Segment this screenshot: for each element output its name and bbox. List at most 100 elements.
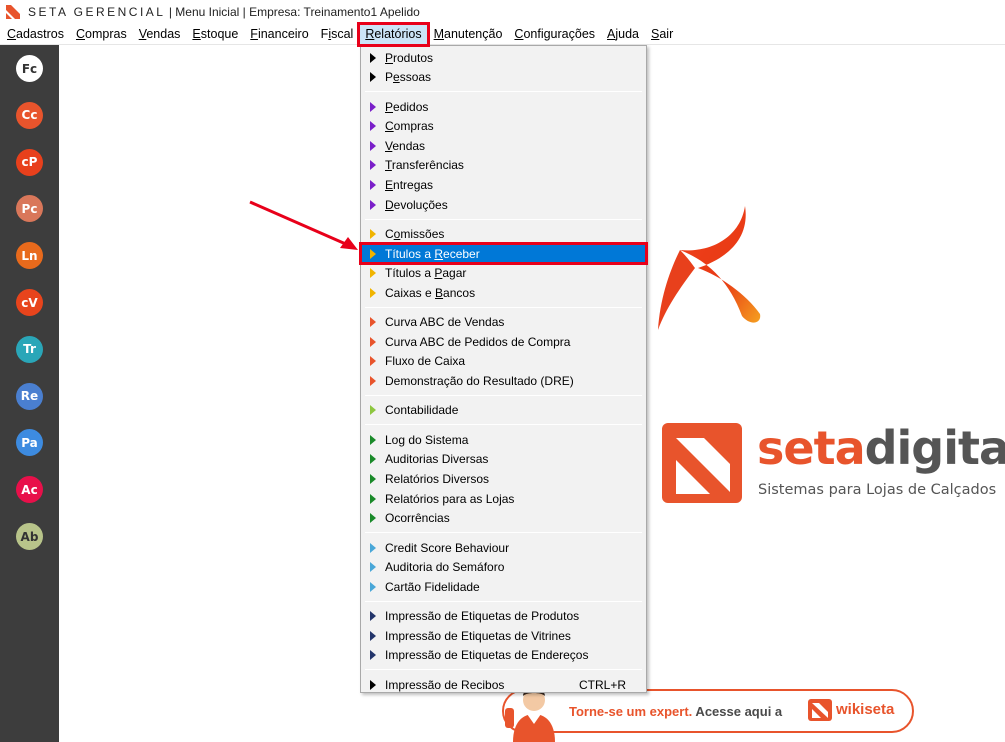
menu-manutencao-label-post: anutenção: [444, 26, 503, 41]
menu-item-curva-abc-de-pedidos-de-compra[interactable]: Curva ABC de Pedidos de Compra: [361, 332, 646, 351]
menu-item-log-do-sistema[interactable]: Log do Sistema: [361, 430, 646, 449]
menu-item-demonstracao-do-resultado-dre-label: Demonstração do Resultado (DRE): [385, 374, 574, 388]
menu-item-contabilidade[interactable]: Contabilidade: [361, 401, 646, 420]
submenu-arrow-icon: [370, 356, 376, 367]
shortcut-sidebar: Fc Cc cP Pc Ln cV Tr Re Pa Ac Ab: [0, 45, 59, 742]
menu-item-devolucoes-label-post: evoluções: [393, 197, 448, 212]
wikiseta-banner-text: Torne-se um expert. Acesse aqui a: [569, 704, 782, 719]
menu-item-caixas-e-bancos[interactable]: Caixas e Bancos: [361, 283, 646, 302]
menu-relatorios-label-accel: R: [365, 26, 375, 41]
menu-item-compras[interactable]: Compras: [361, 117, 646, 136]
menu-item-comissoes[interactable]: Comissões: [361, 224, 646, 243]
submenu-arrow-icon: [370, 434, 376, 445]
seta-digital-tagline: Sistemas para Lojas de Calçados: [758, 482, 997, 498]
menu-item-pedidos[interactable]: Pedidos: [361, 97, 646, 116]
menu-item-pedidos-label: Pedidos: [385, 100, 428, 114]
sidebar-shortcut-pc[interactable]: Pc: [16, 195, 43, 223]
sidebar-shortcut-pa[interactable]: Pa: [16, 429, 43, 457]
submenu-arrow-icon: [370, 375, 376, 386]
menu-item-auditoria-do-semaforo-label-pre: Auditoria do Semáforo: [385, 560, 505, 575]
menu-manutencao[interactable]: Manutenção: [428, 24, 509, 45]
sidebar-shortcut-cp[interactable]: cP: [16, 148, 43, 176]
menu-item-titulos-a-receber-label-post: eceber: [443, 246, 480, 261]
menu-item-fluxo-de-caixa-label-pre: Fluxo de Caixa: [385, 354, 466, 369]
menu-item-credit-score-behaviour-label: Credit Score Behaviour: [385, 541, 509, 555]
menu-item-caixas-e-bancos-label: Caixas e Bancos: [385, 286, 475, 300]
menu-item-devolucoes[interactable]: Devoluções: [361, 195, 646, 214]
sidebar-shortcut-ab[interactable]: Ab: [16, 523, 43, 550]
menu-relatorios[interactable]: Relatórios: [357, 21, 430, 47]
submenu-arrow-icon: [370, 650, 376, 661]
submenu-arrow-icon: [370, 248, 376, 259]
menu-item-entregas[interactable]: Entregas: [361, 175, 646, 194]
menu-item-auditorias-diversas[interactable]: Auditorias Diversas: [361, 450, 646, 469]
menu-item-transferencias-label: Transferências: [385, 158, 464, 172]
sidebar-shortcut-ac[interactable]: Ac: [16, 476, 43, 504]
menu-item-pessoas-label-pre: P: [385, 70, 394, 85]
menu-item-impressao-de-etiquetas-de-enderecos[interactable]: Impressão de Etiquetas de Endereços: [361, 646, 646, 665]
menu-item-titulos-a-receber-label-pre: Títulos a: [385, 246, 435, 261]
menu-compras[interactable]: Compras: [70, 24, 133, 45]
sidebar-shortcut-cc[interactable]: Cc: [16, 101, 43, 129]
menu-item-cartao-fidelidade-label-pre: Cartão Fidelidade: [385, 579, 480, 594]
submenu-arrow-icon: [370, 513, 376, 524]
menu-financeiro[interactable]: Financeiro: [244, 24, 314, 45]
menu-item-vendas[interactable]: Vendas: [361, 136, 646, 155]
menu-item-impressao-de-etiquetas-de-vitrines[interactable]: Impressão de Etiquetas de Vitrines: [361, 626, 646, 645]
submenu-arrow-icon: [370, 611, 376, 622]
menu-item-produtos-label: Produtos: [385, 51, 433, 65]
menu-item-relatorios-diversos[interactable]: Relatórios Diversos: [361, 469, 646, 488]
menu-vendas[interactable]: Vendas: [133, 24, 187, 45]
submenu-arrow-icon: [370, 268, 376, 279]
menu-separator: [365, 532, 642, 534]
menu-item-titulos-a-pagar-label-pre: Títulos a: [385, 266, 435, 281]
wordmark-digital: digital: [864, 421, 1005, 475]
submenu-arrow-icon: [370, 473, 376, 484]
menu-ajuda[interactable]: Ajuda: [601, 24, 645, 45]
menu-item-cartao-fidelidade[interactable]: Cartão Fidelidade: [361, 577, 646, 596]
menu-item-fluxo-de-caixa[interactable]: Fluxo de Caixa: [361, 352, 646, 371]
menu-item-auditoria-do-semaforo[interactable]: Auditoria do Semáforo: [361, 558, 646, 577]
submenu-arrow-icon: [370, 405, 376, 416]
menu-item-impressao-de-recibos[interactable]: Impressão de Recibos CTRL+R: [361, 675, 646, 694]
sidebar-shortcut-re[interactable]: Re: [16, 382, 43, 410]
menu-item-credit-score-behaviour[interactable]: Credit Score Behaviour: [361, 538, 646, 557]
wikiseta-brand: wikiseta: [836, 701, 895, 718]
menu-item-titulos-a-pagar[interactable]: Títulos a Pagar: [361, 264, 646, 283]
menu-item-pessoas-label: Pessoas: [385, 70, 431, 84]
menu-item-relatorios-para-as-lojas-label: Relatórios para as Lojas: [385, 492, 514, 506]
menu-item-fluxo-de-caixa-label: Fluxo de Caixa: [385, 354, 465, 368]
window-title: SETA GERENCIAL | Menu Inicial | Empresa:…: [28, 5, 420, 19]
submenu-arrow-icon: [370, 160, 376, 171]
menu-item-relatorios-para-as-lojas[interactable]: Relatórios para as Lojas: [361, 489, 646, 508]
sidebar-shortcut-ln[interactable]: Ln: [16, 242, 43, 270]
menu-item-curva-abc-de-vendas[interactable]: Curva ABC de Vendas: [361, 313, 646, 332]
menu-item-impressao-de-etiquetas-de-produtos[interactable]: Impressão de Etiquetas de Produtos: [361, 607, 646, 626]
sidebar-shortcut-fc[interactable]: Fc: [16, 55, 43, 82]
sidebar-shortcut-tr[interactable]: Tr: [16, 335, 43, 363]
menu-item-vendas-label-post: endas: [392, 138, 426, 153]
sidebar-shortcut-cv[interactable]: cV: [16, 289, 43, 316]
menu-item-compras-label-accel: C: [385, 119, 394, 134]
menu-bar: Cadastros Compras Vendas Estoque Financeiro F…: [0, 21, 1005, 47]
menu-separator: [365, 306, 642, 308]
menu-item-ocorrencias[interactable]: Ocorrências: [361, 509, 646, 528]
menu-item-demonstracao-do-resultado-dre[interactable]: Demonstração do Resultado (DRE): [361, 371, 646, 390]
menu-cadastros[interactable]: Cadastros: [1, 24, 70, 45]
menu-item-transferencias[interactable]: Transferências: [361, 156, 646, 175]
menu-item-entregas-label-post: ntregas: [393, 177, 434, 192]
menu-fiscal[interactable]: Fiscal: [315, 24, 360, 45]
menu-estoque[interactable]: Estoque: [186, 24, 244, 45]
menu-item-contabilidade-label: Contabilidade: [385, 403, 458, 417]
menu-sair[interactable]: Sair: [645, 24, 679, 45]
menu-item-titulos-a-receber[interactable]: Títulos a Receber: [359, 242, 648, 265]
menu-item-pessoas[interactable]: Pessoas: [361, 68, 646, 87]
menu-separator: [365, 218, 642, 220]
menu-item-produtos[interactable]: Produtos: [361, 48, 646, 67]
menu-configuracoes[interactable]: Configurações: [508, 24, 601, 45]
menu-item-transferencias-label-post: ransferências: [391, 158, 464, 173]
menu-item-relatorios-diversos-label-pre: Relatórios Diversos: [385, 471, 490, 486]
menu-item-auditorias-diversas-label-pre: Auditorias Diversas: [385, 452, 489, 467]
submenu-arrow-icon: [370, 72, 376, 83]
menu-item-comissoes-label-post: missões: [400, 226, 445, 241]
